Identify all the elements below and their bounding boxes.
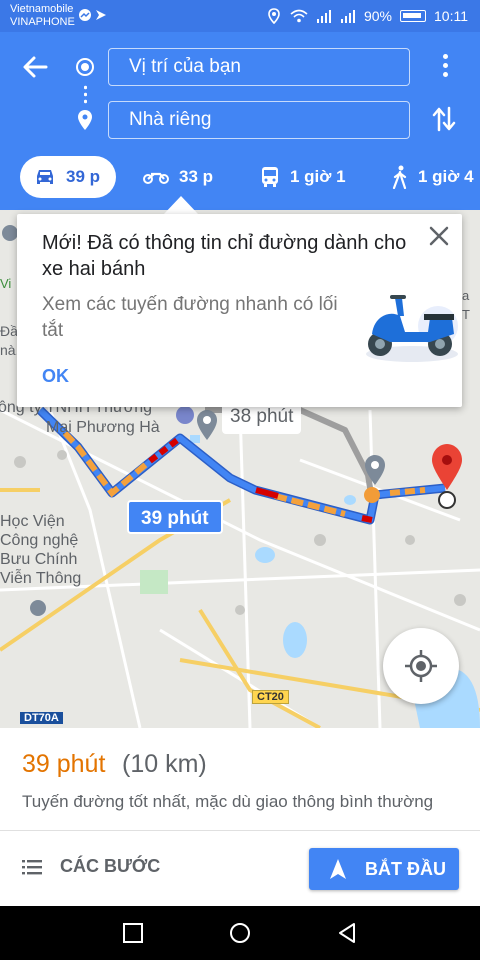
origin-dot-icon bbox=[76, 58, 94, 76]
route-description: Tuyến đường tốt nhất, mặc dù giao thông … bbox=[22, 792, 434, 811]
destination-field[interactable]: Nhà riêng bbox=[108, 101, 410, 139]
tooltip-body: Xem các tuyến đường nhanh có lối tắt bbox=[42, 294, 338, 341]
home-icon[interactable] bbox=[229, 922, 251, 944]
road-tag-ct20: CT20 bbox=[252, 690, 289, 704]
notification-icons bbox=[78, 8, 108, 25]
close-icon[interactable] bbox=[427, 224, 451, 248]
mode-walk[interactable]: 1 giờ 4 bbox=[392, 156, 474, 198]
map-label-edge-2: Vi bbox=[0, 276, 12, 291]
tooltip-ok-button[interactable]: OK bbox=[42, 366, 69, 387]
start-label: BẮT ĐẦU bbox=[365, 858, 446, 879]
bus-icon bbox=[262, 167, 278, 187]
route-summary-sheet[interactable]: 39 phút (10 km) Tuyến đường tốt nhất, mặ… bbox=[0, 728, 480, 906]
list-icon bbox=[22, 859, 42, 874]
system-nav-bar bbox=[0, 906, 480, 960]
back-arrow-icon[interactable] bbox=[20, 52, 50, 82]
steps-button[interactable]: CÁC BƯỚC bbox=[22, 856, 160, 877]
battery-percent: 90% bbox=[363, 8, 392, 24]
navigation-arrow-icon bbox=[330, 859, 346, 879]
mode-car[interactable]: 39 p bbox=[20, 156, 116, 198]
status-bar: Vietnamobile VINAPHONE 90% 10:11 bbox=[0, 0, 480, 32]
mode-car-time: 39 p bbox=[66, 167, 101, 186]
directions-header: Vị trí của bạn Nhà riêng 39 p 33 p 1 giờ… bbox=[0, 32, 480, 210]
map-label-company-2: Mại Phương Hà bbox=[46, 419, 160, 436]
recent-apps-icon[interactable] bbox=[122, 922, 144, 944]
motorbike-icon bbox=[143, 172, 169, 184]
carrier-1: Vietnamobile bbox=[10, 3, 74, 15]
mode-transit[interactable]: 1 giờ 1 bbox=[260, 156, 346, 198]
car-icon bbox=[37, 170, 53, 184]
tooltip-title: Mới! Đã có thông tin chỉ đường dành cho … bbox=[42, 232, 407, 280]
my-location-button[interactable] bbox=[383, 628, 459, 704]
map-label-edge-3: a T bbox=[462, 288, 470, 322]
origin-field[interactable]: Vị trí của bạn bbox=[108, 48, 410, 86]
mode-motorbike[interactable]: 33 p bbox=[143, 156, 213, 198]
location-icon bbox=[268, 8, 280, 24]
signal-icon bbox=[316, 10, 331, 23]
start-navigation-button[interactable]: BẮT ĐẦU bbox=[309, 848, 459, 890]
scooter-illustration-icon bbox=[366, 295, 458, 362]
road-tag-dt70a: DT70A bbox=[20, 712, 63, 724]
route-time-bubble[interactable]: 39 phút bbox=[127, 500, 223, 534]
signal-icon-2 bbox=[340, 10, 355, 23]
eta-time: 39 phút bbox=[22, 750, 106, 778]
carrier-info: Vietnamobile VINAPHONE bbox=[10, 3, 75, 29]
more-vert-icon[interactable] bbox=[438, 54, 452, 82]
status-right: 90% 10:11 bbox=[266, 8, 468, 24]
route-connector-dots bbox=[84, 84, 87, 106]
mode-motorbike-time: 33 p bbox=[179, 167, 214, 186]
tooltip-pointer bbox=[163, 196, 199, 215]
divider bbox=[0, 830, 480, 831]
steps-label: CÁC BƯỚC bbox=[60, 856, 161, 876]
mode-walk-time: 1 giờ 4 bbox=[418, 167, 474, 186]
swap-vert-icon[interactable] bbox=[432, 106, 456, 132]
route-distance: (10 km) bbox=[122, 750, 207, 778]
battery-icon bbox=[400, 10, 426, 22]
motorbike-feature-tooltip: Mới! Đã có thông tin chỉ đường dành cho … bbox=[17, 214, 462, 407]
travel-modes: 39 p 33 p 1 giờ 1 1 giờ 4 bbox=[0, 156, 480, 200]
clock: 10:11 bbox=[434, 8, 468, 24]
my-location-icon bbox=[405, 650, 437, 682]
messenger-icon bbox=[79, 9, 106, 21]
back-icon[interactable] bbox=[336, 922, 358, 944]
carrier-2: VINAPHONE bbox=[10, 16, 75, 28]
destination-pin-icon bbox=[78, 110, 92, 130]
wifi-icon bbox=[290, 9, 308, 23]
map-label-academy: Học Viện Công nghệ Bưu Chính Viễn Thông bbox=[0, 513, 82, 587]
mode-transit-time: 1 giờ 1 bbox=[290, 167, 346, 186]
walk-icon bbox=[392, 165, 407, 189]
